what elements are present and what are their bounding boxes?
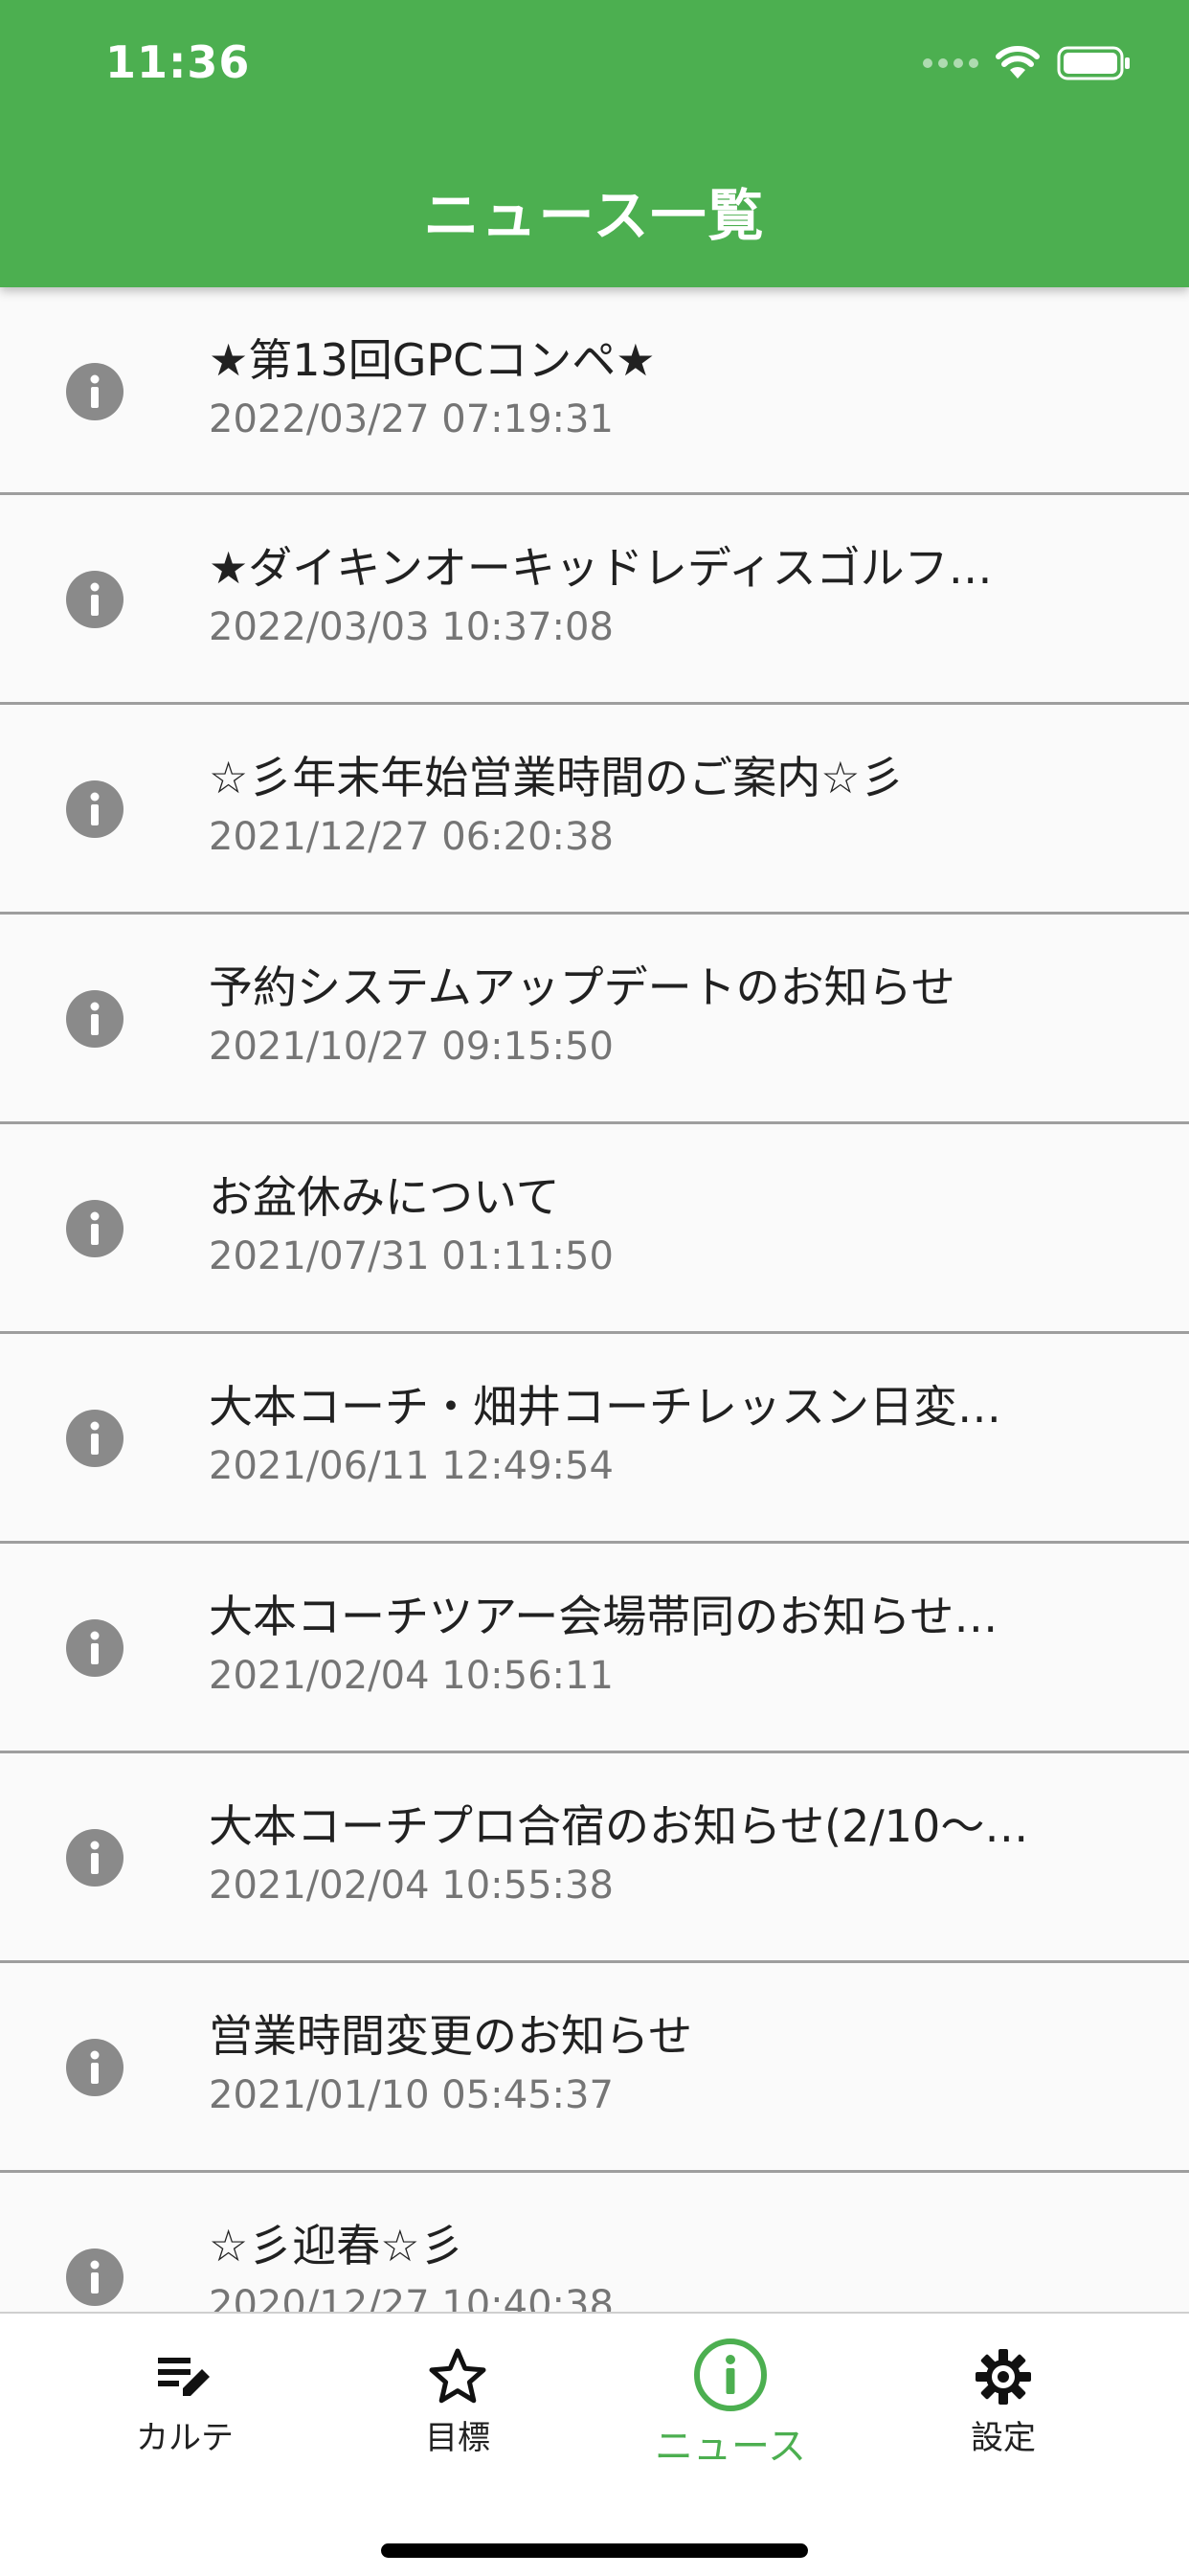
info-icon bbox=[66, 1619, 123, 1677]
info-circle-icon bbox=[694, 2339, 767, 2411]
wifi-icon bbox=[996, 46, 1040, 79]
news-title: ★ダイキンオーキッドレディスゴルフ… bbox=[209, 542, 993, 594]
news-title: 大本コーチ・畑井コーチレッスン日変… bbox=[209, 1381, 1001, 1433]
news-item[interactable]: 大本コーチプロ合宿のお知らせ(2/10〜… 2021/02/04 10:55:3… bbox=[0, 1753, 1189, 1963]
gear-icon bbox=[976, 2349, 1031, 2405]
tab-label: 目標 bbox=[425, 2419, 490, 2457]
app-header: 11:36 ニュース一覧 bbox=[0, 0, 1189, 287]
news-item[interactable]: ★第13回GPCコンペ★ 2022/03/27 07:19:31 bbox=[0, 287, 1189, 495]
status-icons bbox=[923, 44, 1132, 82]
news-item[interactable]: 大本コーチツアー会場帯同のお知らせ… 2021/02/04 10:56:11 bbox=[0, 1544, 1189, 1753]
news-date: 2022/03/03 10:37:08 bbox=[209, 605, 614, 649]
info-icon bbox=[66, 571, 123, 628]
news-list: ★第13回GPCコンペ★ 2022/03/27 07:19:31 ★ダイキンオー… bbox=[0, 287, 1189, 2312]
news-title: ☆彡迎春☆彡 bbox=[209, 2220, 464, 2271]
news-date: 2021/02/04 10:55:38 bbox=[209, 1864, 614, 1908]
home-indicator[interactable] bbox=[381, 2543, 808, 2558]
tab-news[interactable]: ニュース bbox=[616, 2337, 845, 2471]
news-date: 2022/03/27 07:19:31 bbox=[209, 397, 614, 441]
news-item[interactable]: 予約システムアップデートのお知らせ 2021/10/27 09:15:50 bbox=[0, 915, 1189, 1124]
star-outline-icon bbox=[429, 2348, 486, 2404]
news-item[interactable]: ★ダイキンオーキッドレディスゴルフ… 2022/03/03 10:37:08 bbox=[0, 495, 1189, 705]
info-icon bbox=[66, 363, 123, 420]
tab-settings[interactable]: 設定 bbox=[888, 2346, 1118, 2458]
news-title: ★第13回GPCコンペ★ bbox=[209, 334, 656, 386]
cellular-signal-icon bbox=[923, 58, 978, 68]
news-date: 2021/10/27 09:15:50 bbox=[209, 1025, 614, 1069]
news-item[interactable]: ☆彡年末年始営業時間のご案内☆彡 2021/12/27 06:20:38 bbox=[0, 705, 1189, 915]
news-date: 2021/01/10 05:45:37 bbox=[209, 2073, 614, 2117]
news-title: 予約システムアップデートのお知らせ bbox=[209, 961, 955, 1013]
news-date: 2021/06/11 12:49:54 bbox=[209, 1444, 614, 1488]
news-date: 2020/12/27 10:40:38 bbox=[209, 2283, 614, 2312]
battery-icon bbox=[1057, 46, 1130, 80]
tab-label: ニュース bbox=[655, 2425, 806, 2469]
info-icon bbox=[66, 1200, 123, 1257]
news-item[interactable]: ☆彡迎春☆彡 2020/12/27 10:40:38 bbox=[0, 2173, 1189, 2312]
news-date: 2021/07/31 01:11:50 bbox=[209, 1234, 614, 1278]
info-icon bbox=[66, 2248, 123, 2306]
news-date: 2021/12/27 06:20:38 bbox=[209, 815, 614, 859]
info-icon bbox=[66, 780, 123, 838]
tab-label: 設定 bbox=[971, 2419, 1036, 2457]
edit-list-icon bbox=[158, 2358, 210, 2396]
info-icon bbox=[66, 1829, 123, 1887]
news-date: 2021/02/04 10:56:11 bbox=[209, 1654, 614, 1698]
info-icon bbox=[66, 990, 123, 1048]
bottom-navigation: カルテ 目標 ニュース 設定 bbox=[0, 2312, 1189, 2576]
info-icon bbox=[66, 2039, 123, 2096]
tab-karte[interactable]: カルテ bbox=[70, 2346, 300, 2458]
tab-label: カルテ bbox=[136, 2419, 234, 2457]
news-item[interactable]: お盆休みについて 2021/07/31 01:11:50 bbox=[0, 1124, 1189, 1334]
tab-goals[interactable]: 目標 bbox=[343, 2346, 572, 2458]
news-title: お盆休みについて bbox=[209, 1171, 560, 1223]
news-item[interactable]: 大本コーチ・畑井コーチレッスン日変… 2021/06/11 12:49:54 bbox=[0, 1334, 1189, 1544]
page-title: ニュース一覧 bbox=[423, 183, 766, 248]
info-icon bbox=[66, 1410, 123, 1467]
status-time: 11:36 bbox=[105, 36, 251, 88]
news-item[interactable]: 営業時間変更のお知らせ 2021/01/10 05:45:37 bbox=[0, 1963, 1189, 2173]
news-title: ☆彡年末年始営業時間のご案内☆彡 bbox=[209, 752, 905, 803]
news-title: 大本コーチプロ合宿のお知らせ(2/10〜… bbox=[209, 1800, 1029, 1852]
news-title: 営業時間変更のお知らせ bbox=[209, 2010, 693, 2062]
news-title: 大本コーチツアー会場帯同のお知らせ… bbox=[209, 1591, 998, 1642]
